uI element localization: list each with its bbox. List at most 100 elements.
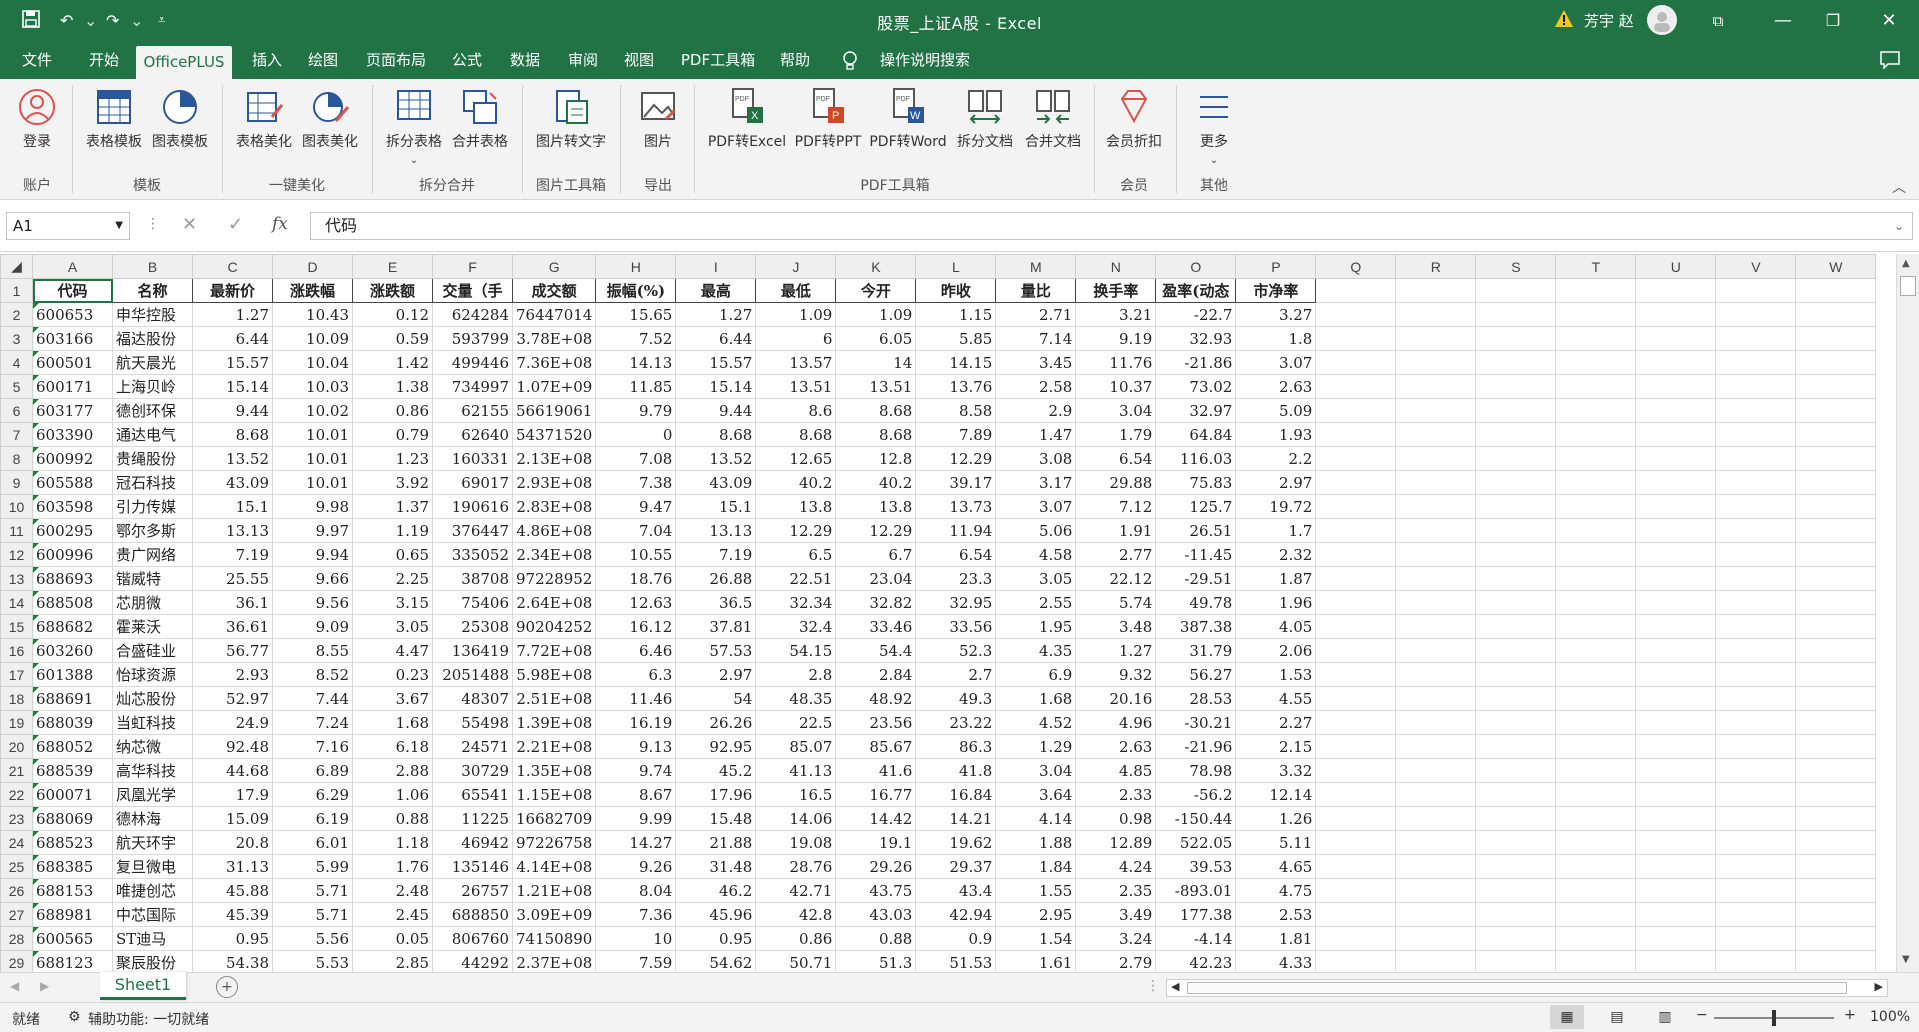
tab-insert[interactable]: 插入 bbox=[240, 42, 294, 79]
empty-cell[interactable] bbox=[1635, 422, 1717, 447]
cell[interactable]: 593799 bbox=[432, 326, 513, 351]
cell[interactable]: 6.05 bbox=[835, 326, 917, 351]
cell[interactable]: 0.88 bbox=[352, 806, 433, 831]
cell[interactable]: 6.19 bbox=[272, 806, 353, 831]
empty-cell[interactable] bbox=[1315, 902, 1397, 927]
empty-cell[interactable] bbox=[1395, 758, 1477, 783]
empty-cell[interactable] bbox=[1395, 326, 1477, 351]
row-header[interactable]: 25 bbox=[0, 854, 33, 879]
cell[interactable]: 51.3 bbox=[835, 950, 917, 972]
cell[interactable]: 44292 bbox=[432, 950, 513, 972]
empty-cell[interactable] bbox=[1475, 734, 1557, 759]
comments-icon[interactable] bbox=[1880, 51, 1900, 73]
empty-cell[interactable] bbox=[1555, 854, 1637, 879]
cell[interactable]: 43.75 bbox=[835, 878, 917, 903]
cell[interactable]: 12.29 bbox=[915, 446, 997, 471]
cell[interactable]: 7.19 bbox=[675, 542, 757, 567]
row-header[interactable]: 16 bbox=[0, 638, 33, 663]
empty-cell[interactable] bbox=[1715, 878, 1797, 903]
column-header-p[interactable]: P bbox=[1235, 254, 1317, 279]
cell[interactable]: 12.29 bbox=[755, 518, 837, 543]
cell[interactable]: 32.34 bbox=[755, 590, 837, 615]
cell[interactable]: 6 bbox=[755, 326, 837, 351]
cell[interactable]: 2.84 bbox=[835, 662, 917, 687]
cell[interactable]: 32.97 bbox=[1155, 398, 1237, 423]
cell[interactable]: 97228952 bbox=[511, 566, 597, 591]
cell[interactable]: 7.36 bbox=[595, 902, 677, 927]
cell[interactable]: 1.54 bbox=[995, 926, 1077, 951]
empty-cell[interactable] bbox=[1475, 662, 1557, 687]
empty-cell[interactable] bbox=[1395, 806, 1477, 831]
cell[interactable]: 5.85 bbox=[915, 326, 997, 351]
cell[interactable]: 2.55 bbox=[995, 590, 1077, 615]
cell[interactable]: 2.35 bbox=[1075, 878, 1157, 903]
cell[interactable]: 62155 bbox=[432, 398, 513, 423]
cell[interactable]: 2.93 bbox=[192, 662, 273, 687]
cell[interactable]: 8.6 bbox=[755, 398, 837, 423]
cell[interactable]: 65541 bbox=[432, 782, 513, 807]
cell[interactable]: 28.53 bbox=[1155, 686, 1237, 711]
empty-cell[interactable] bbox=[1795, 806, 1877, 831]
cell[interactable]: 54.15 bbox=[755, 638, 837, 663]
empty-cell[interactable] bbox=[1715, 686, 1797, 711]
cell[interactable]: 0.05 bbox=[352, 926, 433, 951]
page-layout-view-icon[interactable]: ▤ bbox=[1600, 1005, 1634, 1029]
empty-cell[interactable] bbox=[1475, 950, 1557, 972]
cell[interactable]: 1.06 bbox=[352, 782, 433, 807]
tab-draw[interactable]: 绘图 bbox=[296, 42, 350, 79]
cell[interactable]: 42.23 bbox=[1155, 950, 1237, 972]
cell[interactable]: 17.96 bbox=[675, 782, 757, 807]
cell[interactable]: 4.58 bbox=[995, 542, 1077, 567]
cell[interactable]: 德林海 bbox=[112, 806, 193, 831]
cell[interactable]: 9.32 bbox=[1075, 662, 1157, 687]
cell[interactable]: 601388 bbox=[32, 662, 113, 687]
empty-cell[interactable] bbox=[1395, 374, 1477, 399]
column-header-u[interactable]: U bbox=[1635, 254, 1717, 279]
cell[interactable]: 78.98 bbox=[1155, 758, 1237, 783]
empty-cell[interactable] bbox=[1635, 806, 1717, 831]
cell[interactable]: -56.2 bbox=[1155, 782, 1237, 807]
cell[interactable]: 688539 bbox=[32, 758, 113, 783]
cell[interactable]: -30.21 bbox=[1155, 710, 1237, 735]
cell[interactable]: 聚辰股份 bbox=[112, 950, 193, 972]
cell[interactable]: 2.88 bbox=[352, 758, 433, 783]
tab-help[interactable]: 帮助 bbox=[768, 42, 822, 79]
normal-view-icon[interactable]: ▦ bbox=[1550, 1005, 1584, 1029]
cell[interactable]: 2.21E+08 bbox=[511, 734, 597, 759]
cell[interactable]: 40.2 bbox=[755, 470, 837, 495]
cell[interactable]: 600992 bbox=[32, 446, 113, 471]
cell[interactable]: 50.71 bbox=[755, 950, 837, 972]
cell[interactable]: 75406 bbox=[432, 590, 513, 615]
cell[interactable]: 29.26 bbox=[835, 854, 917, 879]
empty-cell[interactable] bbox=[1555, 758, 1637, 783]
cell[interactable]: 6.9 bbox=[995, 662, 1077, 687]
zoom-out-icon[interactable]: − bbox=[1696, 1007, 1708, 1023]
cell[interactable]: 73.02 bbox=[1155, 374, 1237, 399]
cell[interactable]: 135146 bbox=[432, 854, 513, 879]
cell[interactable]: 1.07E+09 bbox=[511, 374, 597, 399]
cell[interactable]: 15.65 bbox=[595, 302, 677, 327]
cell[interactable]: 32.82 bbox=[835, 590, 917, 615]
cell[interactable]: -11.45 bbox=[1155, 542, 1237, 567]
cell[interactable]: 16.77 bbox=[835, 782, 917, 807]
column-header-g[interactable]: G bbox=[511, 254, 597, 279]
cell[interactable]: 5.71 bbox=[272, 878, 353, 903]
cell[interactable]: 2.79 bbox=[1075, 950, 1157, 972]
empty-cell[interactable] bbox=[1795, 278, 1877, 303]
cell[interactable]: 2.25 bbox=[352, 566, 433, 591]
column-header-m[interactable]: M bbox=[995, 254, 1077, 279]
empty-cell[interactable] bbox=[1555, 830, 1637, 855]
tell-me-search[interactable]: 操作说明搜索 bbox=[870, 42, 980, 79]
cell[interactable]: 10.02 bbox=[272, 398, 353, 423]
cell[interactable]: 3.48 bbox=[1075, 614, 1157, 639]
more-options-icon[interactable]: ⋮ bbox=[146, 216, 160, 232]
name-box-dropdown-icon[interactable]: ▼ bbox=[115, 213, 123, 239]
split-handle-icon[interactable]: ⋮ bbox=[1146, 978, 1160, 994]
cell[interactable]: 605588 bbox=[32, 470, 113, 495]
cell[interactable]: 15.14 bbox=[675, 374, 757, 399]
empty-cell[interactable] bbox=[1315, 518, 1397, 543]
column-header-w[interactable]: W bbox=[1795, 254, 1877, 279]
cell[interactable]: 46942 bbox=[432, 830, 513, 855]
cell[interactable]: 1.96 bbox=[1235, 590, 1317, 615]
cell[interactable]: 1.26 bbox=[1235, 806, 1317, 831]
